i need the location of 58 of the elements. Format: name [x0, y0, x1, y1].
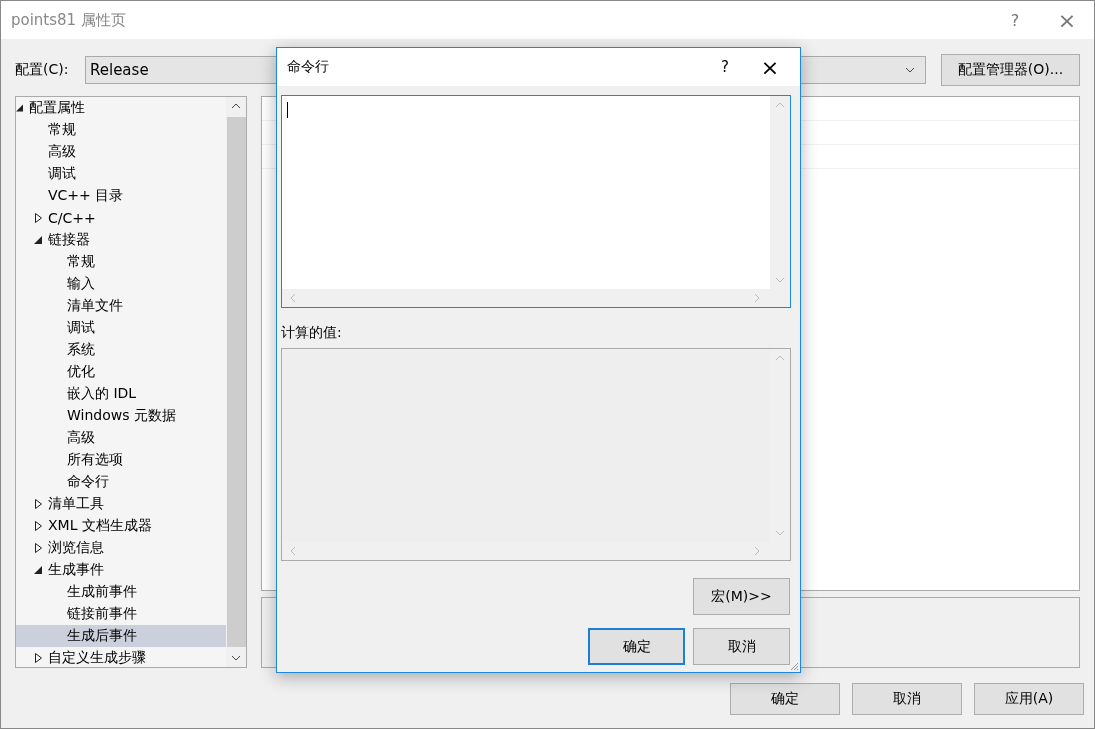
- scroll-left-icon[interactable]: [290, 546, 296, 556]
- tree-item[interactable]: 常规: [67, 253, 95, 271]
- dialog-button[interactable]: 确定: [588, 628, 685, 665]
- tree-item[interactable]: 系统: [67, 341, 95, 359]
- tree-item[interactable]: 配置属性: [29, 99, 85, 117]
- collapsed-triangle-icon[interactable]: [35, 521, 42, 531]
- tree-item[interactable]: 优化: [67, 363, 95, 381]
- dialog-button[interactable]: 取消: [852, 683, 962, 715]
- evaluated-value-label: 计算的值:: [281, 324, 343, 342]
- tree-item[interactable]: 命令行: [67, 473, 109, 491]
- scrollbar[interactable]: [226, 97, 246, 667]
- dialog-title: 命令行: [286, 58, 330, 76]
- tree-item[interactable]: Windows 元数据: [67, 407, 176, 425]
- tree-item[interactable]: 调试: [67, 319, 95, 337]
- tree-item[interactable]: 生成事件: [48, 561, 104, 579]
- tree-item[interactable]: 浏览信息: [48, 539, 104, 557]
- collapsed-triangle-icon[interactable]: [35, 213, 42, 223]
- scroll-down-icon[interactable]: [231, 655, 241, 661]
- config-label: 配置(C):: [15, 61, 70, 79]
- tree-item[interactable]: 生成前事件: [67, 583, 137, 601]
- macros-button[interactable]: 宏(M)>>: [693, 578, 790, 615]
- tree-item[interactable]: 链接器: [48, 231, 90, 249]
- expanded-triangle-icon[interactable]: [16, 104, 23, 112]
- scroll-up-icon[interactable]: [231, 103, 241, 109]
- tree-item[interactable]: 输入: [67, 275, 95, 293]
- close-button[interactable]: ×: [1040, 7, 1094, 33]
- help-button[interactable]: ?: [990, 10, 1040, 30]
- tree-item[interactable]: 常规: [48, 121, 76, 139]
- config-manager-button[interactable]: 配置管理器(O)...: [941, 54, 1080, 86]
- help-button[interactable]: ?: [710, 58, 740, 76]
- resize-grip-icon[interactable]: [789, 661, 799, 671]
- collapsed-triangle-icon[interactable]: [35, 543, 42, 553]
- collapsed-triangle-icon[interactable]: [35, 653, 42, 663]
- tree-item[interactable]: XML 文档生成器: [48, 517, 152, 535]
- tree-item[interactable]: 链接前事件: [67, 605, 137, 623]
- command-input-field[interactable]: [281, 95, 791, 308]
- tree-item[interactable]: VC++ 目录: [48, 187, 124, 205]
- dialog-button[interactable]: 取消: [693, 628, 790, 665]
- tree-item[interactable]: 调试: [48, 165, 76, 183]
- dialog-button[interactable]: 确定: [730, 683, 840, 715]
- tree-item[interactable]: 清单工具: [48, 495, 104, 513]
- expanded-triangle-icon[interactable]: [34, 566, 42, 574]
- tree-item[interactable]: 自定义生成步骤: [48, 649, 146, 667]
- chevron-down-icon: [905, 67, 915, 73]
- tree-item[interactable]: 清单文件: [67, 297, 123, 315]
- tree-item[interactable]: 所有选项: [67, 451, 123, 469]
- tree-item[interactable]: 高级: [67, 429, 95, 447]
- expanded-triangle-icon[interactable]: [34, 236, 42, 244]
- close-button[interactable]: ×: [740, 54, 800, 80]
- scroll-right-icon[interactable]: [754, 546, 760, 556]
- scroll-right-icon[interactable]: [754, 293, 760, 303]
- tree-item[interactable]: C/C++: [48, 210, 96, 226]
- dialog-button[interactable]: 应用(A): [974, 683, 1084, 715]
- window-title: points81 属性页: [10, 10, 127, 30]
- scroll-left-icon[interactable]: [290, 293, 296, 303]
- collapsed-triangle-icon[interactable]: [35, 499, 42, 509]
- tree-item[interactable]: 高级: [48, 143, 76, 161]
- tree-item[interactable]: 嵌入的 IDL: [67, 385, 137, 403]
